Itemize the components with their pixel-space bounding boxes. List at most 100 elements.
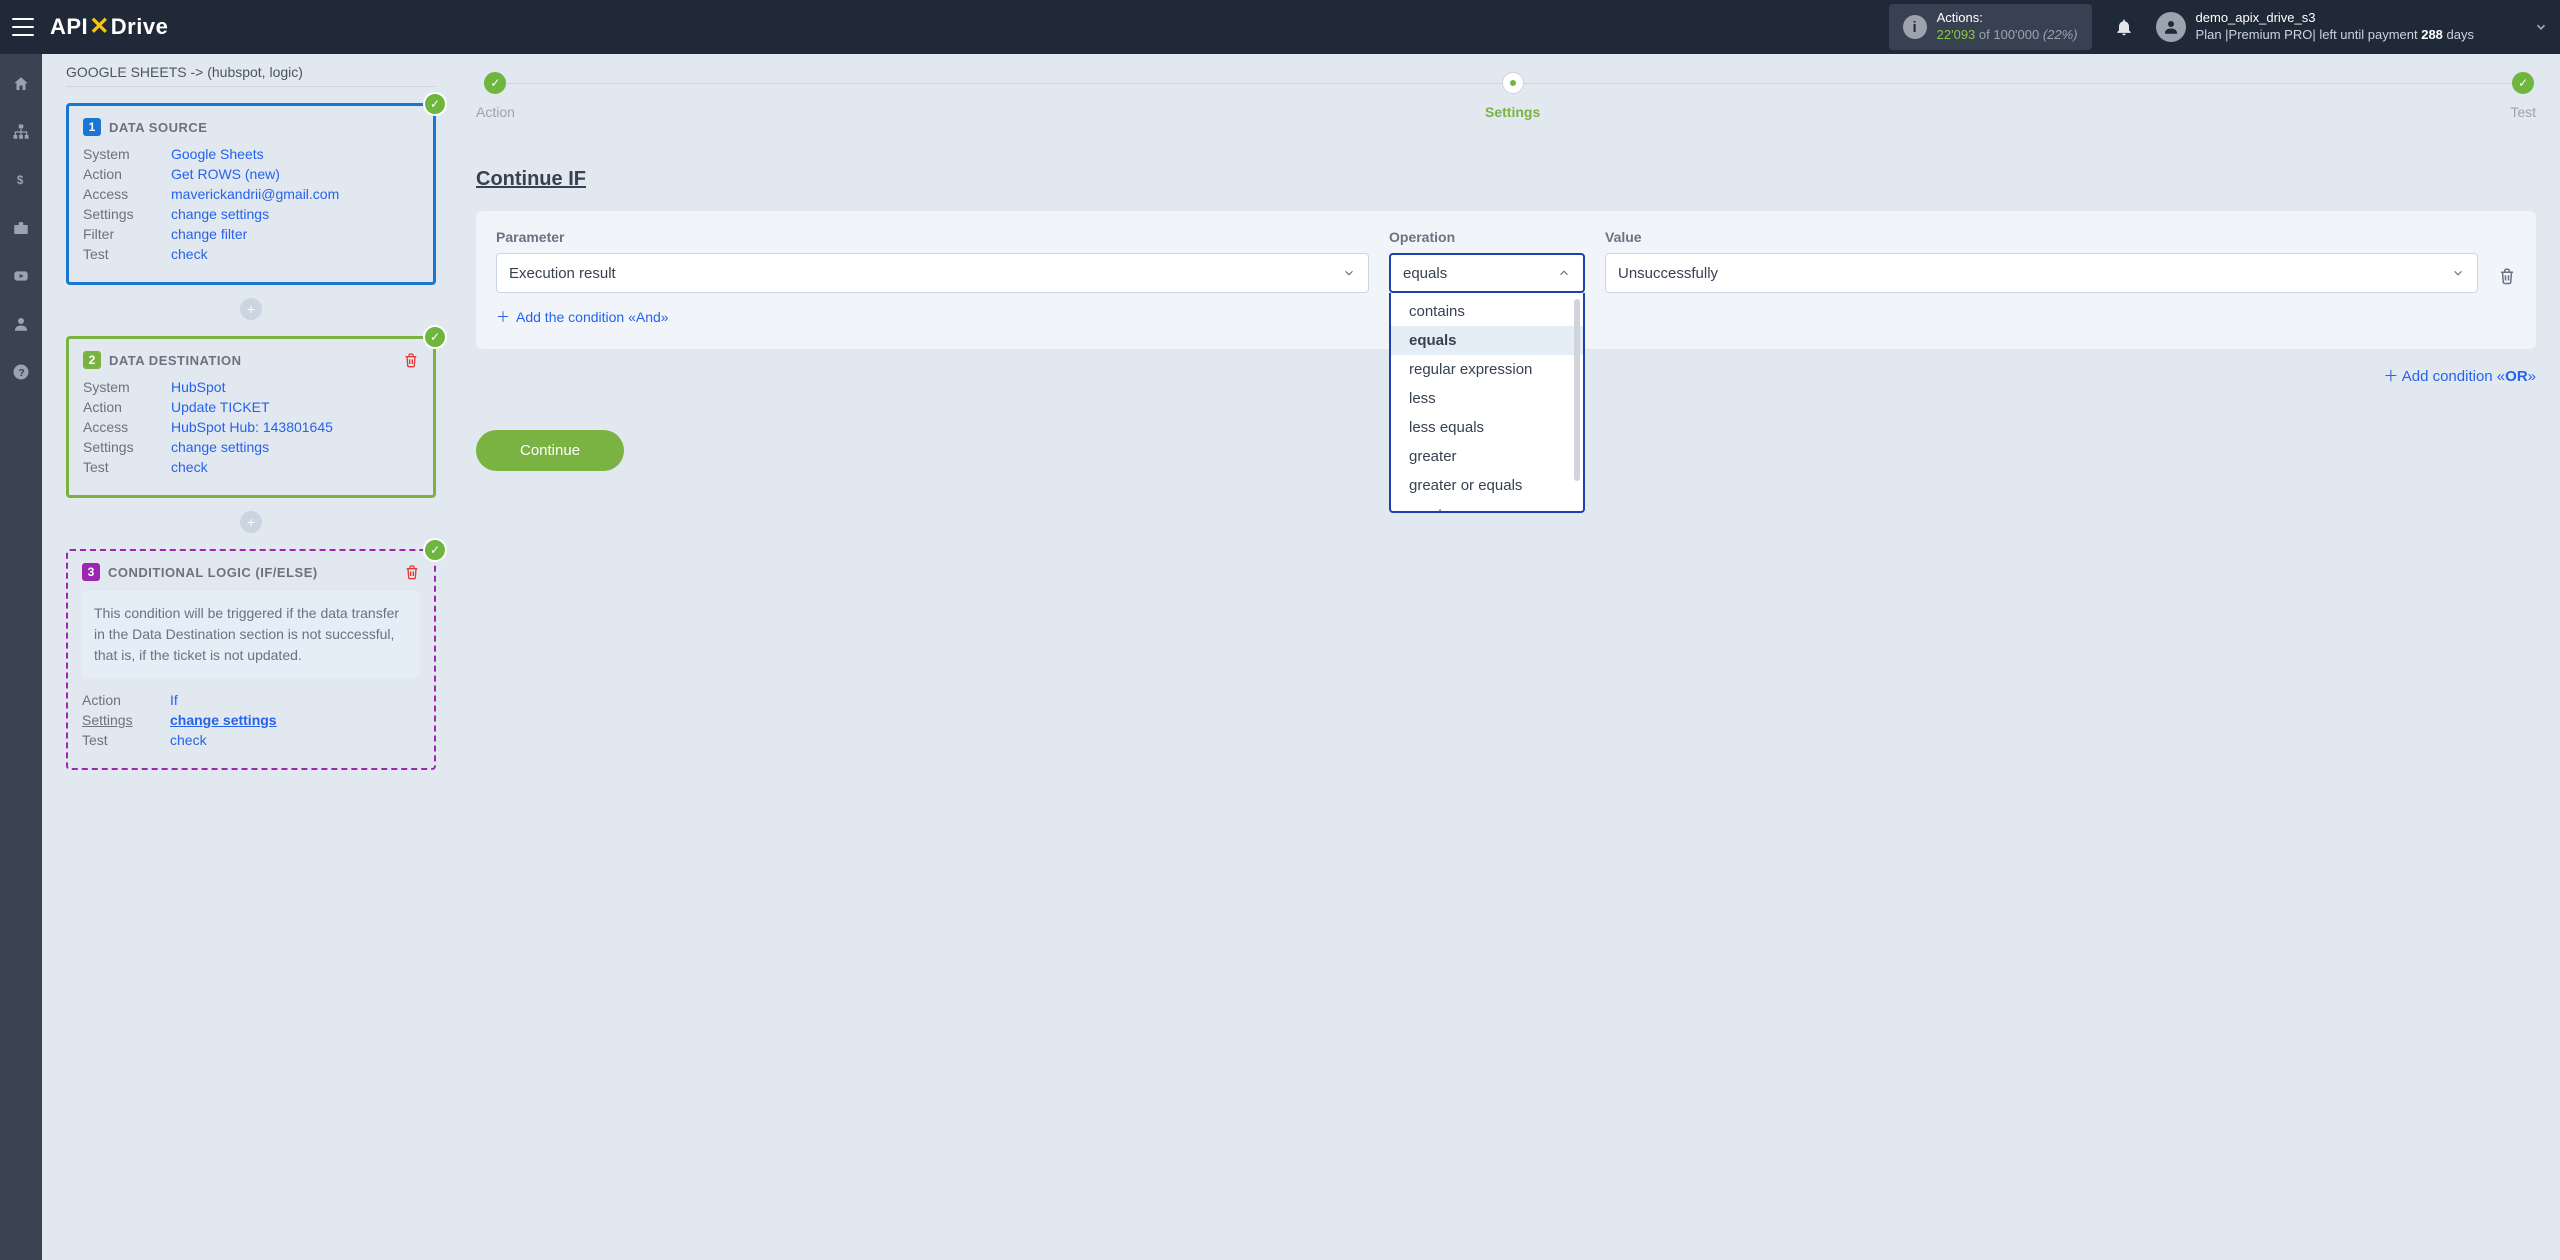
svg-text:?: ?: [18, 367, 24, 379]
step-label: Action: [476, 104, 515, 120]
parameter-select[interactable]: Execution result: [496, 253, 1369, 293]
label-test: Test: [82, 732, 170, 748]
chevron-down-icon[interactable]: [2534, 20, 2548, 34]
add-or-bold: OR: [2505, 368, 2528, 385]
operation-option[interactable]: empty: [1391, 500, 1583, 513]
dollar-icon[interactable]: $: [0, 168, 42, 192]
logic-settings-link[interactable]: change settings: [170, 712, 277, 728]
logic-action[interactable]: If: [170, 692, 178, 708]
step-number-1: 1: [83, 118, 101, 136]
actions-max: 100'000: [1993, 27, 2042, 42]
operation-option[interactable]: less: [1391, 384, 1583, 413]
actions-used: 22'093: [1937, 27, 1976, 42]
menu-icon[interactable]: [12, 18, 34, 36]
settings-pane: ✓ Action Settings ✓ Test Continue IF Par…: [476, 54, 2536, 1260]
operation-select[interactable]: equals containsequalsregular expressionl…: [1389, 253, 1585, 293]
username: demo_apix_drive_s3: [2196, 10, 2474, 27]
operation-option[interactable]: greater or equals: [1391, 471, 1583, 500]
actions-counter[interactable]: i Actions: 22'093 of 100'000 (22%): [1889, 4, 2092, 50]
check-icon: ✓: [423, 92, 447, 116]
label-value: Value: [1605, 229, 2478, 245]
operation-option[interactable]: greater: [1391, 442, 1583, 471]
home-icon[interactable]: [0, 72, 42, 96]
operation-option[interactable]: contains: [1391, 297, 1583, 326]
scrollbar[interactable]: [1574, 299, 1580, 481]
dest-access[interactable]: HubSpot Hub: 143801645: [171, 419, 333, 435]
actions-pct: (22%): [2043, 27, 2078, 42]
plus-icon: ＋: [2383, 368, 2401, 385]
dest-action[interactable]: Update TICKET: [171, 399, 270, 415]
card-title: DATA DESTINATION: [109, 353, 241, 368]
step-number-3: 3: [82, 563, 100, 581]
actions-label: Actions:: [1937, 10, 2078, 27]
top-bar: API✕Drive i Actions: 22'093 of 100'000 (…: [0, 0, 2560, 54]
step-label: Settings: [1485, 104, 1540, 120]
actions-of: of: [1975, 27, 1993, 42]
add-step-button[interactable]: +: [240, 298, 262, 320]
source-filter-link[interactable]: change filter: [171, 226, 247, 242]
operation-option[interactable]: regular expression: [1391, 355, 1583, 384]
step-settings[interactable]: Settings: [1485, 72, 1540, 120]
operation-option[interactable]: less equals: [1391, 413, 1583, 442]
label-test: Test: [83, 459, 171, 475]
card-title: DATA SOURCE: [109, 120, 207, 135]
source-system[interactable]: Google Sheets: [171, 146, 264, 162]
dest-test-link[interactable]: check: [171, 459, 208, 475]
operation-value: equals: [1403, 265, 1447, 282]
operation-dropdown: containsequalsregular expressionlessless…: [1389, 293, 1585, 513]
label-settings: Settings: [83, 206, 171, 222]
condition-description: This condition will be triggered if the …: [82, 591, 420, 678]
logic-test-link[interactable]: check: [170, 732, 207, 748]
dest-settings-link[interactable]: change settings: [171, 439, 269, 455]
source-access[interactable]: maverickandrii@gmail.com: [171, 186, 339, 202]
check-icon: ✓: [423, 325, 447, 349]
data-source-card[interactable]: 1 DATA SOURCE SystemGoogle Sheets Action…: [66, 103, 436, 285]
conditional-logic-card[interactable]: 3 CONDITIONAL LOGIC (IF/ELSE) This condi…: [66, 549, 436, 770]
plan-suffix: | left until payment: [2312, 27, 2421, 42]
continue-button[interactable]: Continue: [476, 430, 624, 471]
condition-block: Parameter Execution result Operation equ…: [476, 211, 2536, 349]
user-icon[interactable]: [0, 312, 42, 336]
value-select[interactable]: Unsuccessfully: [1605, 253, 2478, 293]
days-count: 288: [2421, 27, 2443, 42]
briefcase-icon[interactable]: [0, 216, 42, 240]
plan-prefix: Plan |: [2196, 27, 2229, 42]
step-label: Test: [2510, 104, 2536, 120]
card-title: CONDITIONAL LOGIC (IF/ELSE): [108, 565, 318, 580]
youtube-icon[interactable]: [0, 264, 42, 288]
label-action: Action: [83, 399, 171, 415]
trash-icon[interactable]: [404, 564, 420, 580]
user-menu[interactable]: demo_apix_drive_s3 Plan |Premium PRO| le…: [2156, 10, 2474, 44]
label-test: Test: [83, 246, 171, 262]
step-test[interactable]: ✓ Test: [2510, 72, 2536, 120]
add-step-button[interactable]: +: [240, 511, 262, 533]
section-title: Continue IF: [476, 168, 2536, 191]
label-action: Action: [83, 166, 171, 182]
operation-option[interactable]: equals: [1391, 326, 1583, 355]
sidebar: $ ?: [0, 54, 42, 1260]
delete-condition-button[interactable]: [2498, 267, 2516, 293]
progress-stepper: ✓ Action Settings ✓ Test: [476, 72, 2536, 120]
label-system: System: [83, 146, 171, 162]
label-settings: Settings: [83, 439, 171, 455]
step-action[interactable]: ✓ Action: [476, 72, 515, 120]
plus-icon: ＋: [496, 307, 510, 327]
chevron-down-icon: [2451, 266, 2465, 280]
label-access: Access: [83, 186, 171, 202]
avatar-icon: [2156, 12, 2186, 42]
source-settings-link[interactable]: change settings: [171, 206, 269, 222]
source-action[interactable]: Get ROWS (new): [171, 166, 280, 182]
help-icon[interactable]: ?: [0, 360, 42, 384]
dest-system[interactable]: HubSpot: [171, 379, 225, 395]
data-destination-card[interactable]: 2 DATA DESTINATION SystemHubSpot ActionU…: [66, 336, 436, 498]
add-or-prefix: Add condition «: [2402, 368, 2505, 385]
info-icon: i: [1903, 15, 1927, 39]
plan-name: Premium PRO: [2229, 27, 2313, 42]
days-unit: days: [2443, 27, 2474, 42]
source-test-link[interactable]: check: [171, 246, 208, 262]
bell-icon[interactable]: [2114, 17, 2134, 37]
sitemap-icon[interactable]: [0, 120, 42, 144]
trash-icon[interactable]: [403, 352, 419, 368]
add-and-label: Add the condition «And»: [516, 309, 669, 325]
logo[interactable]: API✕Drive: [50, 13, 168, 42]
